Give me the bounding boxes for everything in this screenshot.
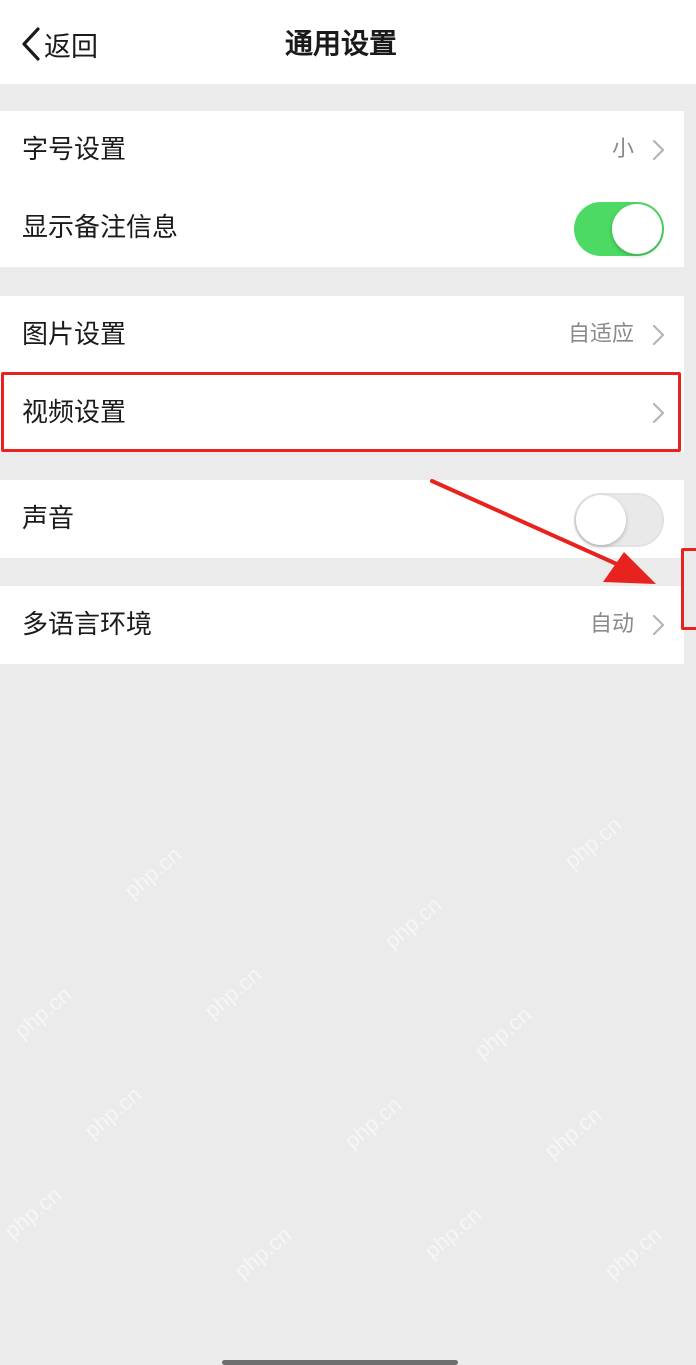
settings-row-video[interactable]: 视频设置 <box>0 374 684 452</box>
watermark-text: php.cn <box>599 1221 667 1284</box>
watermark-text: php.cn <box>199 961 267 1024</box>
chevron-right-icon <box>652 402 665 424</box>
watermark-text: php.cn <box>379 891 447 954</box>
watermark-text: php.cn <box>0 1181 67 1244</box>
watermark-text: php.cn <box>419 1201 487 1264</box>
chevron-right-icon <box>652 324 665 346</box>
row-label: 图片设置 <box>22 320 127 350</box>
nav-bar: 返回 通用设置 <box>0 0 696 84</box>
row-value: 自动 <box>589 612 634 637</box>
row-label: 视频设置 <box>22 398 127 428</box>
settings-group-sound: 声音 <box>0 480 684 558</box>
chevron-right-icon <box>652 139 665 161</box>
chevron-right-icon <box>652 614 665 636</box>
row-label: 显示备注信息 <box>22 213 179 243</box>
settings-group-language: 多语言环境 自动 <box>0 586 684 664</box>
settings-group-media: 图片设置 自适应 视频设置 <box>0 296 684 452</box>
toggle-knob <box>612 204 662 254</box>
row-label: 声音 <box>22 504 75 534</box>
settings-row-font-size[interactable]: 字号设置 小 <box>0 111 684 189</box>
watermark-text: php.cn <box>559 811 627 874</box>
settings-row-show-remark: 显示备注信息 <box>0 189 684 267</box>
watermark-layer: php.cn php.cn php.cn php.cn php.cn php.c… <box>0 680 696 1340</box>
watermark-text: php.cn <box>9 981 77 1044</box>
settings-group-display: 字号设置 小 显示备注信息 <box>0 111 684 267</box>
settings-row-image[interactable]: 图片设置 自适应 <box>0 296 684 374</box>
watermark-text: php.cn <box>79 1081 147 1144</box>
watermark-text: php.cn <box>539 1101 607 1164</box>
settings-row-language[interactable]: 多语言环境 自动 <box>0 586 684 664</box>
row-value: 自适应 <box>567 322 634 347</box>
watermark-text: php.cn <box>119 841 187 904</box>
row-label: 多语言环境 <box>22 610 153 640</box>
row-label: 字号设置 <box>22 135 127 165</box>
toggle-knob <box>576 495 626 545</box>
watermark-text: php.cn <box>339 1091 407 1154</box>
watermark-text: php.cn <box>229 1221 297 1284</box>
settings-row-sound: 声音 <box>0 480 684 558</box>
page-title: 通用设置 <box>284 27 397 60</box>
home-indicator <box>222 1360 458 1365</box>
show-remark-toggle[interactable] <box>574 202 664 256</box>
sound-toggle[interactable] <box>574 493 664 547</box>
watermark-text: php.cn <box>469 1001 537 1064</box>
row-value: 小 <box>611 137 634 162</box>
